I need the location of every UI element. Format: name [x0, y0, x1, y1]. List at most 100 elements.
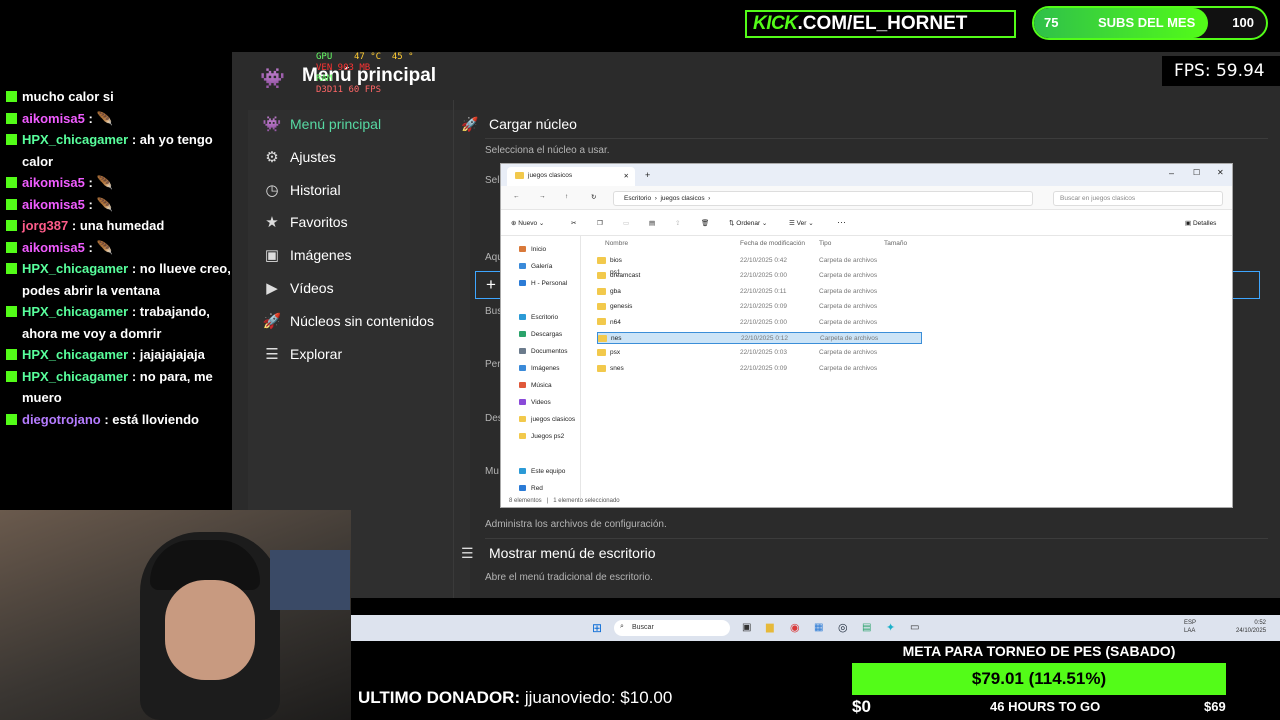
new-button[interactable]: ⊕ Nuevo ⌄: [511, 219, 544, 227]
address-bar: ← → ↑ ↻ Escritorio › juegos clasicos › B…: [501, 186, 1232, 210]
file-row[interactable]: genesis 22/10/2025 0:09 Carpeta de archivo…: [597, 301, 922, 313]
sidebar-item[interactable]: ⚙ Ajustes: [262, 143, 336, 171]
store-icon[interactable]: ▦: [814, 622, 823, 633]
chat-username[interactable]: jorg387: [22, 218, 68, 233]
kick-badge-icon: [6, 370, 17, 382]
file-row[interactable]: nes 22/10/2025 0:12 Carpeta de archivos: [597, 332, 922, 344]
app-icon[interactable]: ▤: [862, 622, 871, 633]
maximize-icon[interactable]: ☐: [1193, 168, 1200, 177]
file-type: Carpeta de archivos: [819, 272, 878, 280]
col-name[interactable]: Nombre: [605, 240, 628, 247]
chat-username[interactable]: HPX_chicagamer: [22, 347, 128, 362]
details-button[interactable]: ▣ Detalles: [1185, 219, 1216, 227]
nav-item[interactable]: Imágenes: [519, 363, 560, 375]
windows-start-icon[interactable]: ⊞: [592, 621, 602, 635]
folder-icon[interactable]: ▆: [766, 622, 774, 633]
col-date[interactable]: Fecha de modificación: [740, 240, 805, 247]
chat-username[interactable]: aikomisa5: [22, 197, 85, 212]
sidebar-item[interactable]: ☰ Explorar: [262, 340, 342, 368]
sidebar-item[interactable]: ▶ Vídeos: [262, 274, 333, 302]
app-icon[interactable]: ✦: [886, 621, 895, 634]
breadcrumb[interactable]: Escritorio › juegos clasicos ›: [613, 191, 1033, 206]
chat-text: : 🪶: [88, 239, 113, 255]
view-button[interactable]: ☰ Ver ⌄: [789, 219, 814, 227]
nav-item[interactable]: Música: [519, 380, 552, 392]
file-date: 22/10/2025 0:11: [740, 287, 787, 295]
file-row[interactable]: dreamcast 22/10/2025 0:00 Carpeta de archi…: [597, 270, 922, 282]
nav-item[interactable]: Juegos ps2: [519, 431, 564, 443]
col-type[interactable]: Tipo: [819, 240, 831, 247]
file-row[interactable]: bios ps1 22/10/2025 0:42 Carpeta de archiv…: [597, 255, 922, 276]
chat-username[interactable]: aikomisa5: [22, 175, 85, 190]
paste-icon[interactable]: ▭: [623, 219, 629, 227]
nav-item[interactable]: Descargas: [519, 329, 562, 341]
chat-message: HPX_chicagamer : ah yo tengo calor: [0, 129, 232, 172]
copy-icon[interactable]: ❐: [597, 219, 603, 227]
subs-label: SUBS DEL MES: [1098, 15, 1196, 30]
chrome-icon[interactable]: ◉: [790, 621, 800, 634]
nav-item[interactable]: H - Personal: [519, 278, 567, 290]
nav-item-icon: [519, 280, 526, 287]
file-list: Nombre Fecha de modificación Tipo Tamaño…: [581, 236, 1231, 498]
search-input[interactable]: Buscar en juegos clasicos: [1053, 191, 1223, 206]
forward-icon[interactable]: →: [539, 193, 546, 200]
chat-username[interactable]: aikomisa5: [22, 111, 85, 126]
explorer-tab[interactable]: juegos clasicos ✕: [507, 167, 635, 186]
nav-item[interactable]: Inicio: [519, 244, 546, 256]
file-row[interactable]: gba 22/10/2025 0:11 Carpeta de archivos: [597, 286, 922, 298]
cut-icon[interactable]: ✂: [571, 219, 576, 227]
chat-username[interactable]: HPX_chicagamer: [22, 369, 128, 384]
chat-text: : 🪶: [88, 196, 113, 212]
sidebar-item[interactable]: ★ Favoritos: [262, 208, 348, 236]
close-icon[interactable]: ✕: [1217, 168, 1224, 177]
file-name: psx: [597, 347, 620, 359]
steam-icon[interactable]: ◎: [838, 621, 848, 634]
sidebar-item-label: Favoritos: [290, 214, 348, 231]
nav-item[interactable]: Este equipo: [519, 466, 565, 478]
tray-lang[interactable]: ESP LAA: [1184, 619, 1196, 635]
nav-item[interactable]: Escritorio: [519, 312, 558, 324]
kick-channel-banner: KICK.COM/EL_HORNET: [745, 10, 1016, 38]
col-size[interactable]: Tamaño: [884, 240, 907, 247]
taskbar-search[interactable]: Buscar ⌕: [614, 620, 730, 636]
sidebar-item[interactable]: 👾 Menú principal: [262, 110, 381, 138]
app-icon[interactable]: ▣: [742, 622, 751, 633]
explorer-nav-pane: Inicio Galería H - Personal Escritorio Desca…: [501, 236, 581, 498]
clock[interactable]: 0:52 24/10/2025: [1236, 619, 1266, 635]
more-icon[interactable]: ···: [837, 217, 846, 227]
invader-icon: 👾: [262, 116, 282, 133]
file-row[interactable]: snes 22/10/2025 0:09 Carpeta de archivos: [597, 363, 922, 375]
sidebar-item[interactable]: ▣ Imágenes: [262, 241, 352, 269]
chat-username[interactable]: diegotrojano: [22, 412, 101, 427]
back-icon[interactable]: ←: [513, 193, 520, 200]
chat-username[interactable]: HPX_chicagamer: [22, 132, 128, 147]
new-tab-icon[interactable]: +: [645, 170, 650, 180]
chat-username[interactable]: HPX_chicagamer: [22, 261, 128, 276]
minimize-icon[interactable]: –: [1169, 168, 1174, 178]
nav-item[interactable]: Documentos: [519, 346, 568, 358]
rename-icon[interactable]: ▤: [649, 219, 655, 227]
sidebar-item[interactable]: ◷ Historial: [262, 176, 340, 204]
refresh-icon[interactable]: ↻: [591, 193, 596, 201]
kick-badge-icon: [6, 112, 17, 124]
chat-username[interactable]: HPX_chicagamer: [22, 304, 128, 319]
file-row[interactable]: n64 22/10/2025 0:00 Carpeta de archivos: [597, 317, 922, 329]
chat-username[interactable]: aikomisa5: [22, 240, 85, 255]
sidebar-item-label: Núcleos sin contenidos: [290, 312, 434, 329]
share-icon[interactable]: ⇪: [675, 219, 680, 227]
file-row[interactable]: psx 22/10/2025 0:03 Carpeta de archivos: [597, 347, 922, 359]
nav-item-icon: [519, 399, 526, 406]
file-type: Carpeta de archivos: [819, 349, 878, 357]
sort-button[interactable]: ⇅ Ordenar ⌄: [729, 219, 767, 227]
nav-item-icon: [519, 468, 526, 475]
sidebar-item[interactable]: 🚀 Núcleos sin contenidos: [262, 307, 434, 335]
up-icon[interactable]: ↑: [565, 193, 568, 200]
close-icon[interactable]: ✕: [624, 172, 629, 180]
star-icon: ★: [265, 214, 279, 232]
delete-icon[interactable]: 🗑: [701, 219, 709, 227]
nav-item[interactable]: Videos: [519, 397, 551, 409]
nav-item[interactable]: Red: [519, 483, 543, 495]
nav-item[interactable]: Galería: [519, 261, 552, 273]
app-icon[interactable]: ▭: [910, 622, 919, 633]
nav-item[interactable]: juegos clasicos: [519, 414, 575, 426]
